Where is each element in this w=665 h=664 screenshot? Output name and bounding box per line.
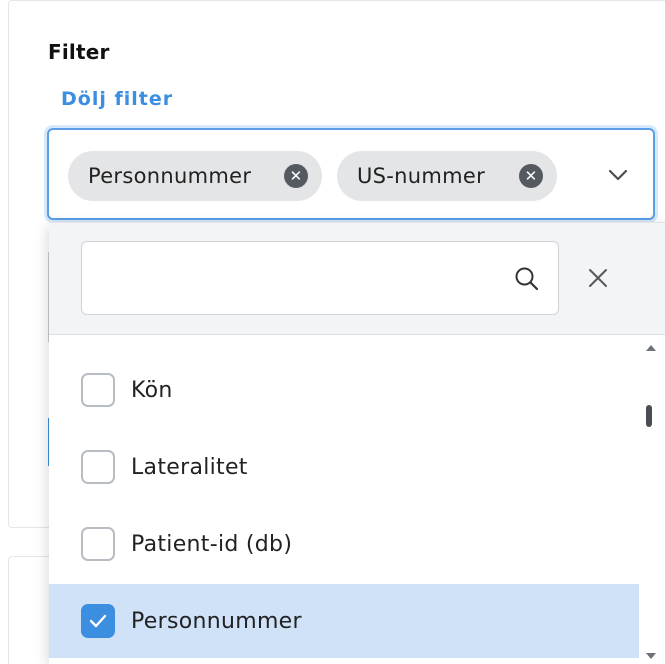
checkbox[interactable] (81, 527, 115, 561)
chip-label: US-nummer (357, 164, 486, 188)
search-icon[interactable] (512, 264, 542, 294)
list-item-personnummer[interactable]: Personnummer (49, 584, 639, 658)
options-dropdown: Kön Lateralitet Patient-id (db) Personnu… (49, 222, 665, 664)
checkbox[interactable] (81, 373, 115, 407)
search-area (49, 223, 665, 335)
close-icon[interactable] (583, 263, 613, 293)
options-list: Kön Lateralitet Patient-id (db) Personnu… (49, 335, 639, 664)
option-label: Kön (131, 377, 173, 403)
selected-chip: US-nummer ✕ (337, 151, 557, 201)
option-label: Lateralitet (131, 454, 248, 480)
option-label: Patient-id (db) (131, 531, 293, 557)
filter-title: Filter (48, 40, 110, 64)
page: Filter Dölj filter Personnummer ✕ US-num… (0, 0, 665, 664)
list-item-patient-id[interactable]: Patient-id (db) (49, 507, 639, 581)
search-input[interactable] (81, 241, 559, 315)
chip-label: Personnummer (88, 164, 252, 188)
scroll-down-arrow-icon[interactable] (646, 653, 656, 659)
checkbox-checked[interactable] (81, 604, 115, 638)
hide-filter-link[interactable]: Dölj filter (61, 88, 173, 110)
chevron-down-icon[interactable] (601, 158, 635, 192)
list-item-kon[interactable]: Kön (49, 353, 639, 427)
scrollbar-thumb[interactable] (646, 405, 652, 427)
check-icon (89, 614, 107, 628)
column-multiselect[interactable]: Personnummer ✕ US-nummer ✕ (47, 128, 655, 220)
option-label: Personnummer (131, 608, 302, 634)
scrollbar[interactable] (639, 335, 665, 664)
checkbox[interactable] (81, 450, 115, 484)
close-circle-icon[interactable]: ✕ (519, 164, 543, 188)
scroll-up-arrow-icon[interactable] (646, 345, 656, 351)
close-circle-icon[interactable]: ✕ (284, 164, 308, 188)
selected-chip: Personnummer ✕ (68, 151, 322, 201)
list-item-lateralitet[interactable]: Lateralitet (49, 430, 639, 504)
